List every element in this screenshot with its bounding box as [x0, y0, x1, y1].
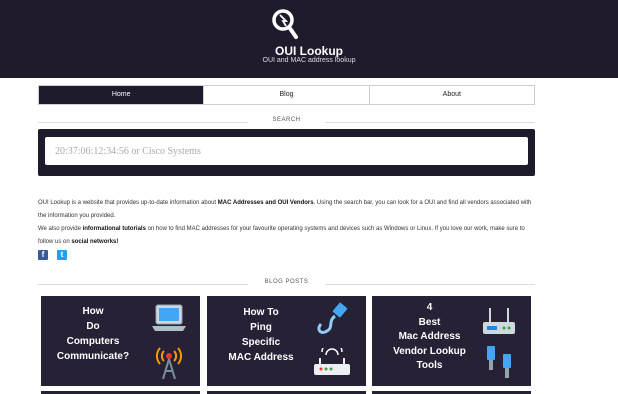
site-subtitle: OUI and MAC address lookup	[262, 57, 356, 64]
about-p1-bold: MAC Addresses and OUI Vendors	[217, 200, 314, 206]
network-connectors-icon	[487, 346, 511, 378]
twitter-icon[interactable]: t	[57, 250, 67, 260]
site-title[interactable]: OUI Lookup	[0, 44, 618, 58]
tab-blog[interactable]: Blog	[204, 86, 370, 104]
blog-post-card[interactable]: How Do Computers Communicate?	[41, 296, 200, 386]
social-networks-link[interactable]: social networks!	[71, 239, 118, 245]
blog-post-card[interactable]: How To Ping Specific MAC Address	[207, 296, 366, 386]
facebook-icon[interactable]: f	[38, 250, 48, 260]
about-p2-text: We also provide	[38, 226, 83, 232]
wireless-signal-icon	[156, 347, 182, 380]
main-nav: Home Blog About	[38, 85, 535, 105]
blog-post-card[interactable]: 4 Best Mac Address Vendor Lookup Tools	[372, 296, 531, 386]
magnifier-icon[interactable]	[270, 8, 298, 40]
blog-post-title[interactable]: How To Ping Specific MAC Address	[211, 305, 311, 365]
blog-section-label: BLOG POSTS	[38, 279, 535, 289]
tutorials-link[interactable]: informational tutorials	[83, 226, 146, 232]
router-icon	[483, 308, 515, 334]
about-text: OUI Lookup is a website that provides up…	[38, 197, 538, 249]
search-input[interactable]	[45, 137, 528, 165]
blog-post-title[interactable]: 4 Best Mac Address Vendor Lookup Tools	[372, 301, 487, 374]
social-links: f t	[38, 250, 67, 260]
tab-about[interactable]: About	[369, 86, 534, 104]
blog-post-title[interactable]: How Do Computers Communicate?	[43, 304, 143, 364]
search-section-label: SEARCH	[38, 117, 535, 127]
about-paragraph-1: OUI Lookup is a website that provides up…	[38, 197, 538, 223]
blog-post-grid: How Do Computers Communicate? How To Pin…	[41, 296, 531, 394]
site-header: OUI Lookup OUI and MAC address lookup	[0, 0, 618, 78]
search-panel	[38, 129, 535, 176]
tab-home[interactable]: Home	[39, 86, 205, 104]
about-p1-text: OUI Lookup is a website that provides up…	[38, 200, 218, 206]
router-icon	[314, 348, 350, 375]
ethernet-cable-icon	[317, 302, 348, 334]
laptop-icon	[152, 304, 186, 331]
about-paragraph-2: We also provide informational tutorials …	[38, 223, 538, 249]
